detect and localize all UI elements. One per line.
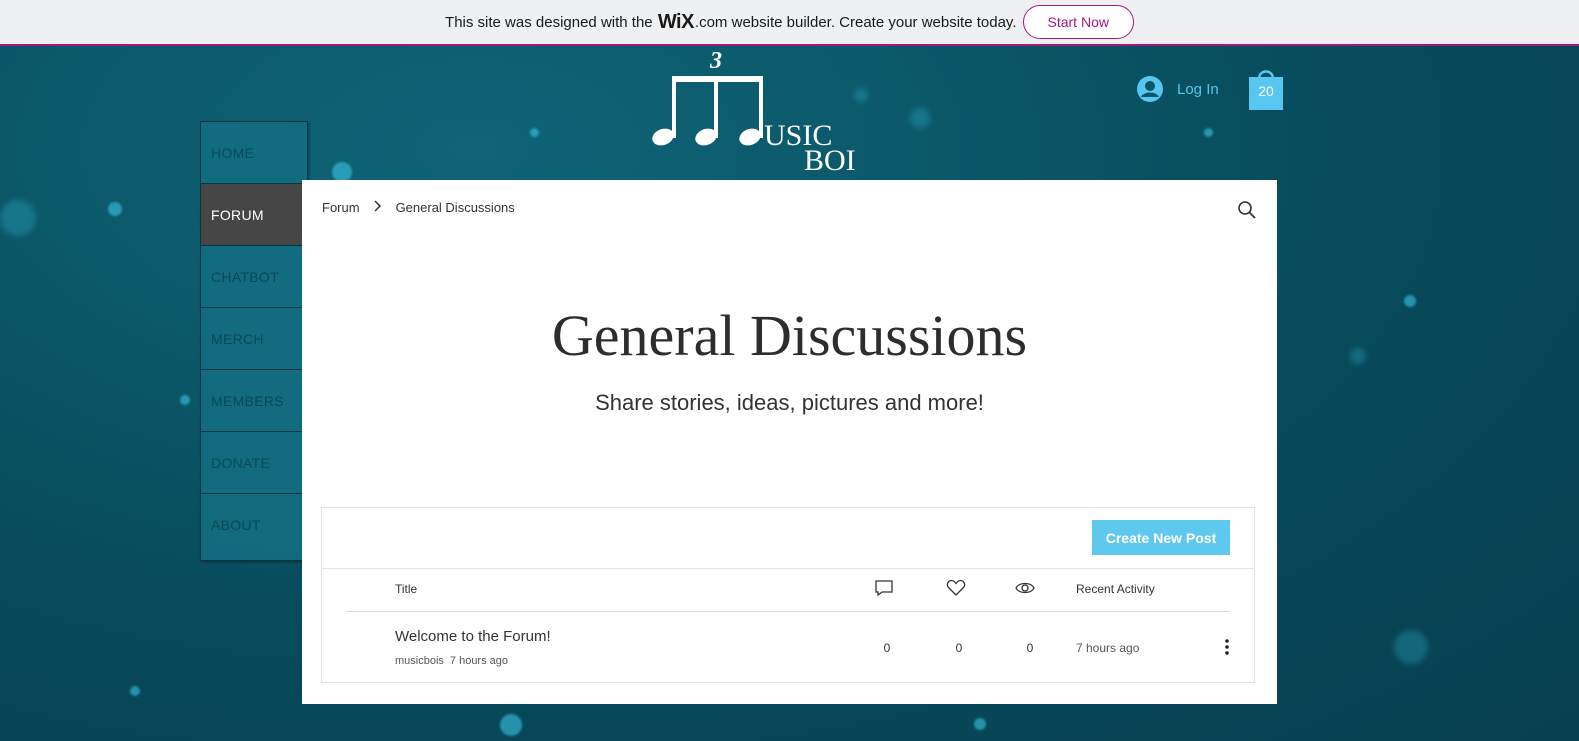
wix-dotcom: .com — [694, 13, 728, 31]
banner-text-before: This site was designed with the — [445, 13, 653, 31]
breadcrumb-current: General Discussions — [395, 200, 515, 215]
post-views-count: 0 — [1026, 641, 1034, 655]
post-comments-count: 0 — [883, 641, 891, 655]
login-label: Log In — [1177, 80, 1219, 98]
user-avatar-icon — [1137, 76, 1163, 102]
more-options-icon[interactable] — [1224, 638, 1230, 656]
divider — [322, 568, 1254, 569]
post-recent-activity: 7 hours ago — [1076, 641, 1140, 655]
nav-item-home[interactable]: HOME — [201, 122, 307, 184]
banner-text-after: website builder. Create your website tod… — [731, 13, 1017, 31]
site-logo[interactable]: 3 USIC BOI — [650, 48, 865, 176]
nav-item-donate[interactable]: DONATE — [201, 432, 307, 494]
forum-panel: Forum General Discussions General Discus… — [302, 180, 1277, 704]
post-time: 7 hours ago — [449, 655, 509, 667]
search-icon[interactable] — [1237, 200, 1257, 220]
eye-icon — [1015, 582, 1035, 594]
nav-item-members[interactable]: MEMBERS — [201, 370, 307, 432]
nav-item-about[interactable]: ABOUT — [201, 494, 307, 556]
post-author[interactable]: musicbois — [395, 655, 444, 667]
wix-logo: WiX — [657, 10, 695, 33]
logo-line2: BOI — [804, 144, 856, 177]
side-navigation: HOME FORUM CHATBOT MERCH MEMBERS DONATE … — [200, 121, 308, 561]
nav-item-forum[interactable]: FORUM — [201, 184, 307, 246]
post-title[interactable]: Welcome to the Forum! — [395, 628, 551, 645]
chevron-right-icon — [374, 200, 382, 215]
column-header-title[interactable]: Title — [395, 582, 417, 596]
heart-icon — [946, 579, 966, 596]
post-meta: musicbois 7 hours ago — [395, 655, 508, 667]
page-title: General Discussions — [551, 303, 1028, 368]
login-button[interactable]: Log In — [1137, 76, 1219, 102]
posts-list: Create New Post Title Recent Activity We… — [321, 507, 1255, 683]
nav-item-merch[interactable]: MERCH — [201, 308, 307, 370]
wix-promo-banner: This site was designed with the WiX .com … — [0, 0, 1579, 46]
divider — [346, 611, 1230, 612]
page-subtitle: Share stories, ideas, pictures and more! — [595, 390, 984, 415]
logo-triplet: 3 — [710, 48, 722, 74]
breadcrumb-forum-link[interactable]: Forum — [322, 200, 360, 215]
breadcrumb: Forum General Discussions — [322, 200, 515, 215]
create-new-post-button[interactable]: Create New Post — [1092, 520, 1230, 555]
nav-item-chatbot[interactable]: CHATBOT — [201, 246, 307, 308]
cart-button[interactable]: 20 — [1249, 67, 1283, 111]
comment-icon — [875, 580, 893, 597]
cart-count: 20 — [1258, 83, 1274, 99]
start-now-button[interactable]: Start Now — [1022, 5, 1134, 39]
post-likes-count: 0 — [955, 641, 963, 655]
column-header-recent-activity[interactable]: Recent Activity — [1076, 582, 1155, 596]
